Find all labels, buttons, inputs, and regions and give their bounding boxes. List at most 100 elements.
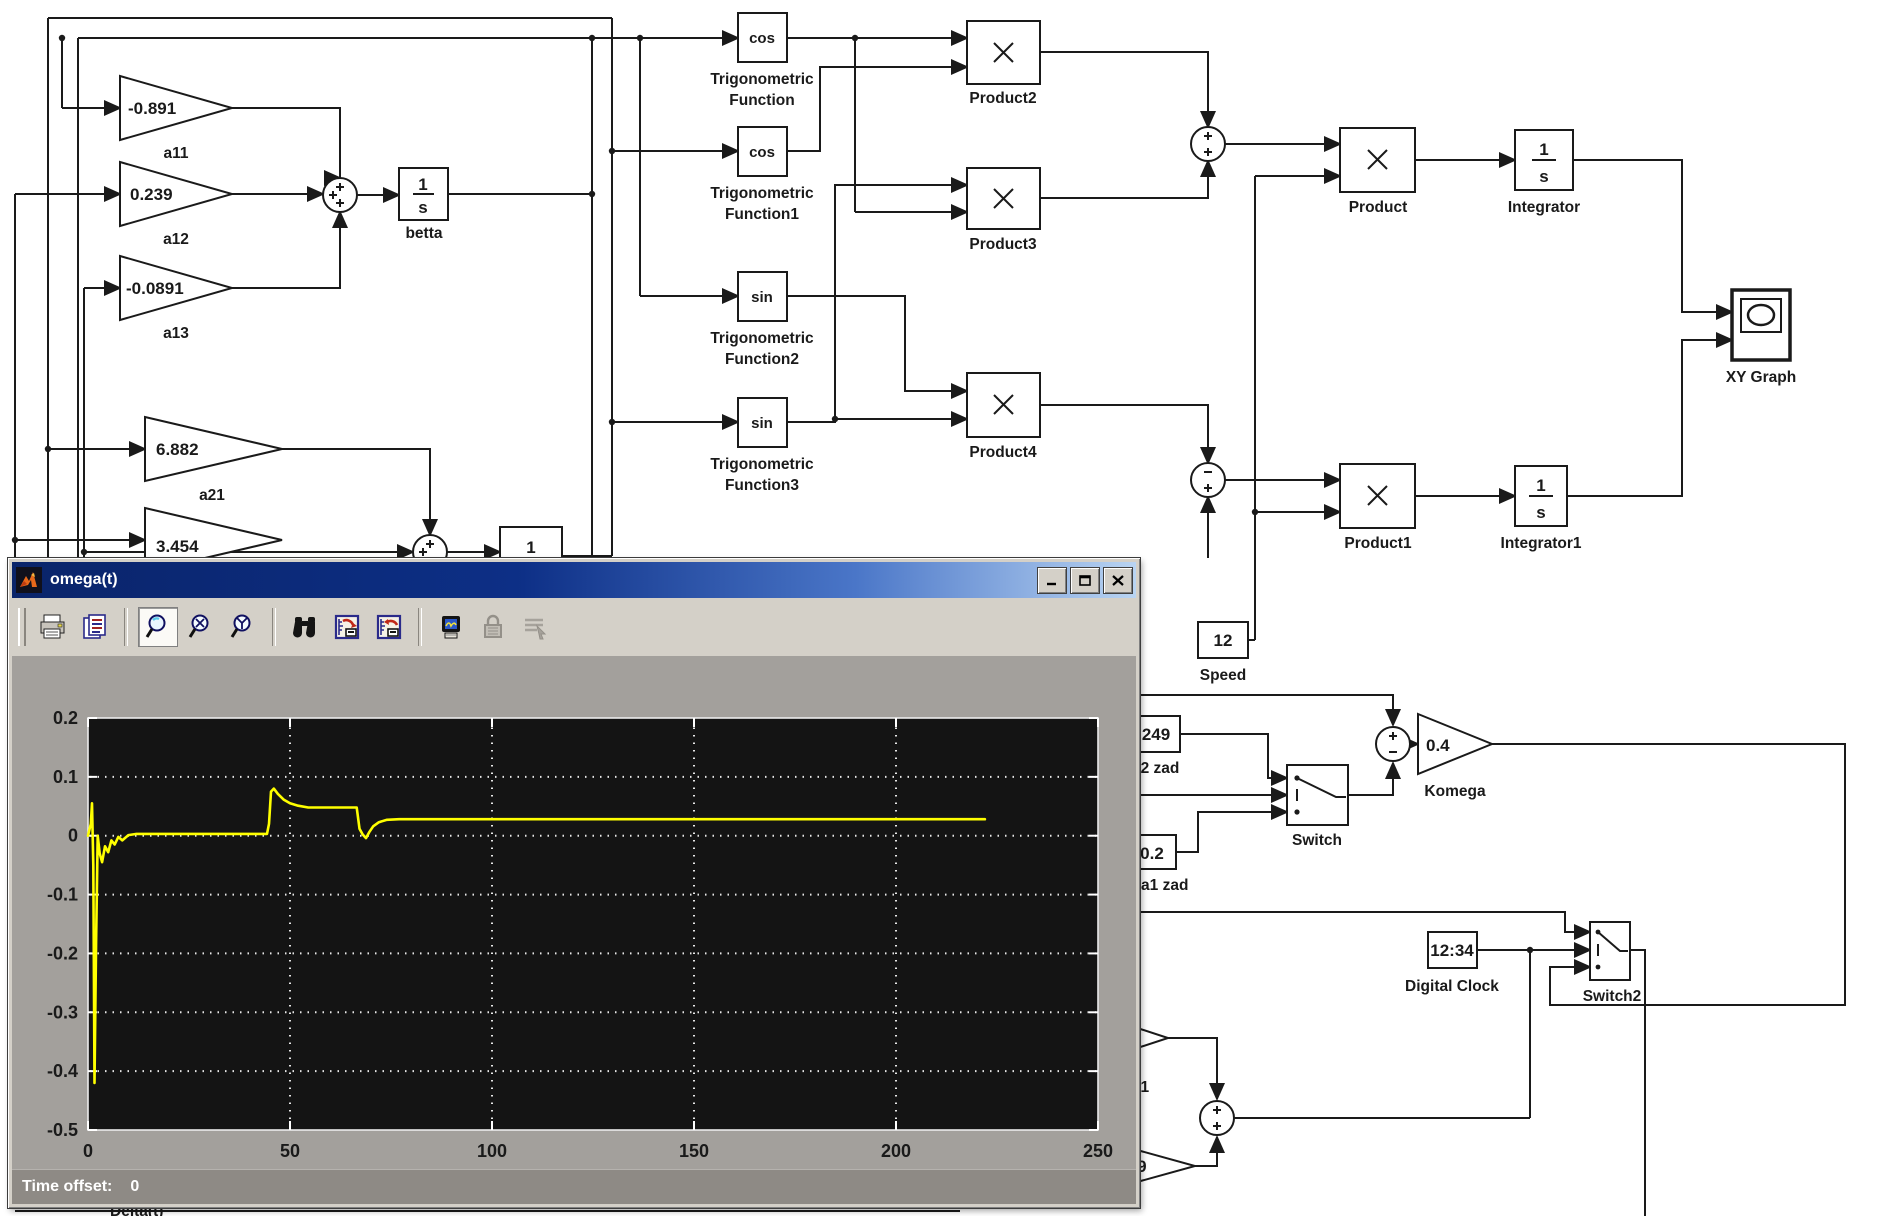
svg-text:0.239: 0.239	[130, 185, 173, 204]
product4-block[interactable]: Product4	[967, 373, 1040, 461]
svg-text:Speed: Speed	[1200, 667, 1247, 684]
svg-text:s: s	[418, 198, 427, 217]
svg-text:-0.3: -0.3	[47, 1002, 78, 1022]
svg-text:Product2: Product2	[969, 90, 1036, 107]
svg-text:Digital Clock: Digital Clock	[1405, 978, 1499, 995]
svg-text:Integrator1: Integrator1	[1501, 535, 1582, 552]
sum-betta-block[interactable]	[323, 178, 357, 212]
integrator-betta-block[interactable]: 1 s betta	[399, 168, 448, 242]
scope-figure-area: 0.20.10-0.1-0.2-0.3-0.4-0.50501001502002…	[12, 656, 1136, 1204]
svg-text:sin: sin	[751, 289, 773, 306]
time-offset-label: Time offset:	[22, 1178, 112, 1196]
speed-constant-block[interactable]: 12 Speed	[1198, 622, 1248, 684]
svg-text:s: s	[1539, 167, 1548, 186]
svg-text:cos: cos	[749, 30, 775, 47]
switch-block[interactable]: Switch	[1287, 765, 1348, 849]
svg-text:0: 0	[68, 826, 78, 846]
svg-text:200: 200	[881, 1141, 911, 1161]
svg-text:-0.5: -0.5	[47, 1120, 78, 1140]
minimize-button[interactable]	[1037, 567, 1067, 594]
floating-scope-icon[interactable]	[432, 608, 470, 646]
toolbar-grip[interactable]	[18, 608, 26, 646]
svg-text:a13: a13	[163, 325, 189, 342]
scope-title-bar[interactable]: omega(t)	[12, 562, 1136, 598]
sum-product-block[interactable]	[1191, 127, 1225, 161]
save-axes-icon[interactable]	[328, 608, 366, 646]
gain-a12-block[interactable]: 0.239 a12	[120, 162, 232, 248]
svg-text:1: 1	[1539, 140, 1548, 159]
svg-text:150: 150	[679, 1141, 709, 1161]
gain-a13-block[interactable]: -0.0891 a13	[120, 256, 232, 342]
svg-text:s: s	[1536, 503, 1545, 522]
svg-text:0.1: 0.1	[53, 767, 78, 787]
svg-text:cos: cos	[749, 144, 775, 161]
product-block[interactable]: Product	[1340, 128, 1415, 216]
gain-a21-block[interactable]: 6.882 a21	[145, 417, 282, 504]
svg-text:0: 0	[83, 1141, 93, 1161]
toolbar-separator	[272, 608, 276, 646]
integrator1-block[interactable]: 1 s Integrator1	[1501, 466, 1582, 552]
svg-text:Integrator: Integrator	[1508, 199, 1580, 216]
svg-text:Trigonometric: Trigonometric	[710, 330, 814, 347]
scope-status-bar: Time offset: 0	[12, 1169, 1136, 1204]
svg-text:Switch: Switch	[1292, 832, 1342, 849]
svg-text:sin: sin	[751, 415, 773, 432]
svg-text:0.2: 0.2	[53, 708, 78, 728]
zoom-x-icon[interactable]	[182, 608, 220, 646]
time-offset-value: 0	[130, 1178, 139, 1196]
svg-text:Product3: Product3	[969, 236, 1037, 253]
sum-product1-block[interactable]	[1191, 463, 1225, 497]
svg-text:XY Graph: XY Graph	[1726, 369, 1796, 386]
svg-text:-0.0891: -0.0891	[126, 279, 184, 298]
product1-block[interactable]: Product1	[1340, 464, 1415, 552]
print-icon[interactable]	[34, 608, 72, 646]
product3-block[interactable]: Product3	[967, 168, 1040, 253]
svg-text:-0.1: -0.1	[47, 885, 78, 905]
trig-function2-block[interactable]: sin Trigonometric Function2	[710, 272, 814, 368]
svg-text:250: 250	[1083, 1141, 1113, 1161]
signal-selection-icon[interactable]	[516, 608, 554, 646]
integrator-block[interactable]: 1 s Integrator	[1508, 130, 1580, 216]
maximize-button[interactable]	[1070, 567, 1100, 594]
product2-block[interactable]: Product2	[967, 21, 1040, 107]
trig-function1-block[interactable]: cos Trigonometric Function1	[710, 127, 814, 223]
svg-text:Product: Product	[1349, 199, 1408, 216]
svg-text:betta: betta	[405, 225, 442, 242]
window-title: omega(t)	[50, 571, 118, 589]
svg-text:12: 12	[1214, 631, 1233, 650]
svg-text:Product4: Product4	[969, 444, 1037, 461]
svg-text:Komega: Komega	[1424, 783, 1486, 800]
parameters-icon[interactable]	[76, 608, 114, 646]
toolbar-separator	[124, 608, 128, 646]
svg-text:Function: Function	[729, 92, 794, 109]
svg-text:Trigonometric: Trigonometric	[710, 71, 814, 88]
gain-komega-block[interactable]: 0.4 Komega	[1418, 714, 1492, 800]
scope-toolbar	[12, 598, 1136, 657]
xy-graph-block[interactable]: XY Graph	[1726, 290, 1796, 386]
zoom-icon[interactable]	[138, 607, 178, 647]
autoscale-binoculars-icon[interactable]	[286, 608, 324, 646]
svg-text:-0.891: -0.891	[128, 99, 176, 118]
svg-text:2 zad: 2 zad	[1141, 760, 1180, 777]
digital-clock-block[interactable]: 12:34 Digital Clock	[1405, 932, 1499, 995]
svg-text:0.4: 0.4	[1426, 736, 1450, 755]
zoom-y-icon[interactable]	[224, 608, 262, 646]
sum-psi-block[interactable]	[1200, 1101, 1234, 1135]
restore-axes-icon[interactable]	[370, 608, 408, 646]
svg-text:12:34: 12:34	[1430, 941, 1474, 960]
trig-function-block[interactable]: cos Trigonometric Function	[710, 13, 814, 109]
svg-text:-0.4: -0.4	[47, 1061, 78, 1081]
sum-komega-block[interactable]	[1376, 727, 1410, 761]
svg-text:1: 1	[1536, 476, 1545, 495]
toolbar-separator	[418, 608, 422, 646]
svg-text:a12: a12	[163, 231, 189, 248]
switch2-block[interactable]: Switch2	[1583, 922, 1642, 1005]
lock-axes-icon[interactable]	[474, 608, 512, 646]
svg-text:Function1: Function1	[725, 206, 799, 223]
gain-a11-block[interactable]: -0.891 a11	[120, 76, 232, 162]
svg-text:Function3: Function3	[725, 477, 799, 494]
close-button[interactable]	[1103, 567, 1133, 594]
trig-function3-block[interactable]: sin Trigonometric Function3	[710, 398, 814, 494]
svg-text:3.454: 3.454	[156, 537, 199, 556]
svg-text:100: 100	[477, 1141, 507, 1161]
